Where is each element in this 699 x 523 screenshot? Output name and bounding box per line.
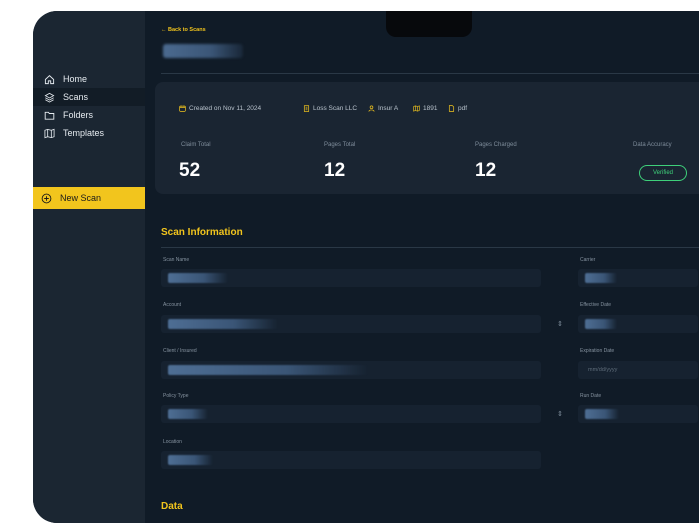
calendar-icon [179, 105, 186, 112]
number-text: 1891 [423, 105, 438, 112]
effective-date-field[interactable] [578, 315, 698, 333]
policy-type-label: Policy Type [163, 393, 189, 399]
data-accuracy-label: Data Accuracy [633, 142, 672, 148]
pages-total-label: Pages Total [324, 142, 356, 148]
policy-type-select-chevron[interactable]: ⇕ [557, 410, 563, 418]
location-label: Location [163, 439, 182, 445]
client-field[interactable] [161, 361, 541, 379]
carrier-field[interactable] [578, 269, 698, 287]
sidebar-item-label: Scans [63, 92, 89, 102]
camera-notch [386, 11, 472, 37]
format-text: pdf [458, 105, 468, 112]
plus-circle-icon [41, 193, 52, 203]
main-content: ← Back to Scans Created on Nov 11, 2024 … [145, 11, 699, 523]
run-date-label: Run Date [580, 393, 602, 399]
created-text: Created on Nov 11, 2024 [189, 105, 262, 112]
sidebar-item-label: Templates [63, 128, 105, 138]
layers-icon [44, 92, 55, 103]
scan-information-title: Scan Information [161, 227, 243, 238]
file-icon [448, 105, 455, 112]
created-date: Created on Nov 11, 2024 [179, 105, 261, 112]
scan-summary-card: Created on Nov 11, 2024 Loss Scan LLC In… [155, 82, 699, 194]
claim-total-label: Claim Total [181, 142, 211, 148]
sidebar-item-scans[interactable]: Scans [33, 88, 145, 106]
insurer-name: Insur A [368, 105, 398, 112]
folder-icon [44, 111, 55, 120]
client-label: Client / Insured [163, 348, 197, 354]
run-date-field[interactable] [578, 405, 698, 423]
account-select-chevron[interactable]: ⇕ [557, 320, 563, 328]
carrier-label: Carrier [580, 257, 596, 263]
company-text: Loss Scan LLC [313, 105, 358, 112]
sidebar-item-label: Home [63, 74, 88, 84]
expiration-date-label: Expiration Date [580, 348, 615, 354]
scan-title-redacted [163, 44, 243, 58]
map-icon [44, 128, 55, 138]
home-icon [44, 74, 55, 84]
expiration-date-placeholder: mm/dd/yyyy [588, 367, 618, 373]
back-to-scans-link[interactable]: ← Back to Scans [161, 27, 206, 33]
pages-total-value: 12 [324, 160, 346, 181]
new-scan-button[interactable]: New Scan [33, 187, 145, 209]
policy-type-select[interactable] [161, 405, 541, 423]
account-label: Account [163, 302, 182, 308]
data-section-title: Data [161, 501, 183, 512]
effective-date-label: Effective Date [580, 302, 612, 308]
divider [161, 247, 699, 248]
pages-charged-label: Pages Charged [475, 142, 517, 148]
scan-number: 1891 [413, 105, 437, 112]
scan-name-label: Scan Name [163, 257, 190, 263]
user-icon [368, 105, 375, 112]
expiration-date-field[interactable]: mm/dd/yyyy [578, 361, 698, 379]
location-field[interactable] [161, 451, 541, 469]
sidebar-item-label: Folders [63, 110, 94, 120]
sidebar-item-templates[interactable]: Templates [33, 124, 145, 142]
map-icon [413, 105, 420, 112]
account-select[interactable] [161, 315, 541, 333]
sidebar-item-folders[interactable]: Folders [33, 106, 145, 124]
divider [161, 73, 699, 74]
sidebar-item-home[interactable]: Home [33, 70, 145, 88]
sidebar: Home Scans Folders Templates New Scan [33, 11, 145, 523]
file-format: pdf [448, 105, 467, 112]
app-window: Home Scans Folders Templates New Scan ← … [33, 11, 699, 523]
claim-total-value: 52 [179, 160, 201, 181]
pages-charged-value: 12 [475, 160, 497, 181]
new-scan-label: New Scan [60, 193, 102, 203]
building-icon [303, 105, 310, 112]
verified-badge: Verified [639, 165, 687, 181]
company-name: Loss Scan LLC [303, 105, 357, 112]
insurer-text: Insur A [378, 105, 399, 112]
scan-name-field[interactable] [161, 269, 541, 287]
